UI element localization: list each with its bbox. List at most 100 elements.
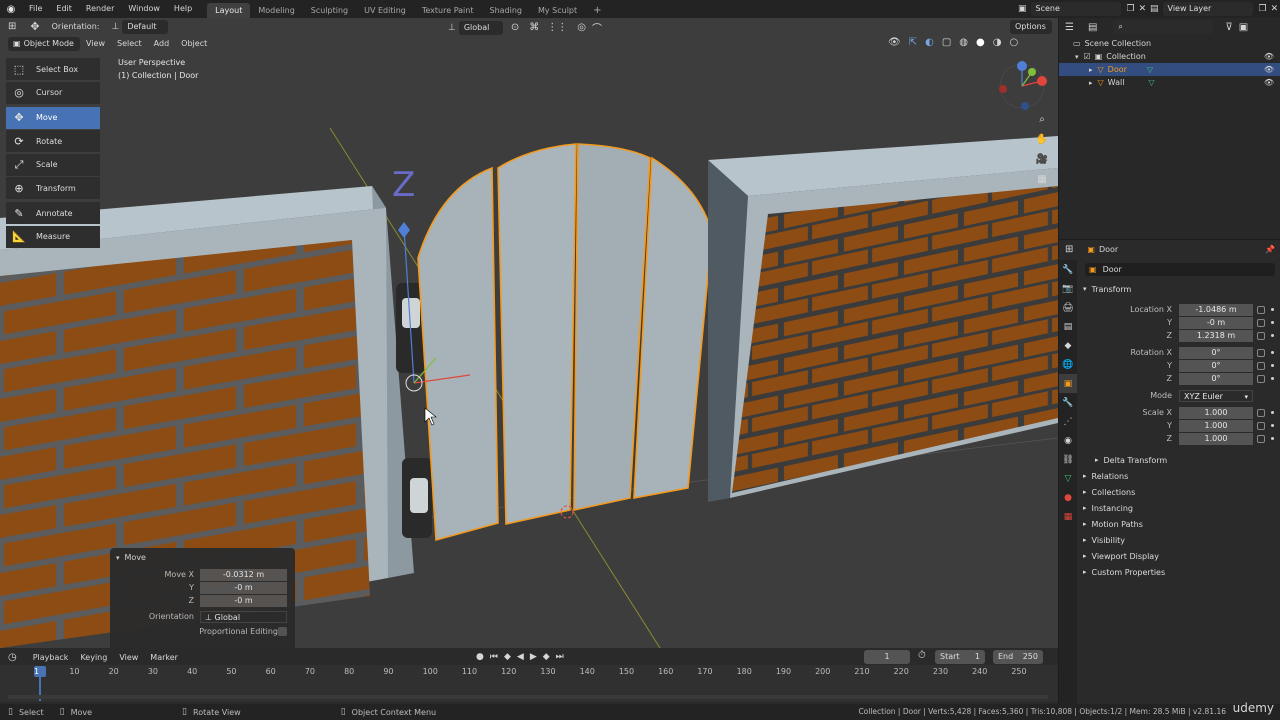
menu-window[interactable]: Window <box>121 0 167 18</box>
keyframe-dot-icon[interactable] <box>1271 308 1274 311</box>
outliner-row-wall[interactable]: ▸ ▽ Wall ▽ 👁 <box>1059 76 1280 89</box>
play-icon[interactable]: ▶ <box>530 652 537 662</box>
start-frame-field[interactable]: Start 1 <box>935 650 985 664</box>
tool-settings-tab-icon[interactable]: 🔧 <box>1059 260 1077 279</box>
scene-icon[interactable]: ▣ <box>1018 4 1027 14</box>
collections-panel-header[interactable]: ▸ Collections <box>1077 484 1280 500</box>
new-collection-icon[interactable]: ▣ <box>1239 22 1248 33</box>
object-name-field[interactable]: ▣ Door <box>1085 263 1275 276</box>
scene-tab-icon[interactable]: ◆ <box>1059 336 1077 355</box>
scale-z-field[interactable]: 1.000 <box>1179 432 1253 445</box>
editor-type-icon[interactable]: ⊞ <box>8 21 16 32</box>
tab-layout[interactable]: Layout <box>207 2 251 18</box>
outliner-search-input[interactable]: ⌕ <box>1113 20 1214 34</box>
outliner-editor-type-icon[interactable]: ☰ <box>1065 22 1074 33</box>
data-tab-icon[interactable]: ▽ <box>1059 469 1077 488</box>
xray-icon[interactable]: ▢ <box>942 37 951 48</box>
lock-icon[interactable] <box>1257 305 1265 314</box>
particles-tab-icon[interactable]: ⋰ <box>1059 412 1077 431</box>
timeline-scrollbar[interactable] <box>8 695 1048 699</box>
menu-help[interactable]: Help <box>167 0 199 18</box>
current-frame-field[interactable]: 1 <box>864 650 910 664</box>
pan-hand-icon[interactable]: ✋ <box>1032 134 1052 154</box>
camera-view-icon[interactable]: 🎥 <box>1032 154 1052 174</box>
material-shading-icon[interactable]: ◑ <box>993 37 1002 48</box>
timeline-ruler[interactable]: 1 10 20 30 40 50 60 70 80 90 100 110 120 130 140 150 160… <box>0 665 1058 702</box>
rotation-z-field[interactable]: 0° <box>1179 372 1253 385</box>
copy-view-layer-icon[interactable]: ❐ <box>1259 4 1267 14</box>
record-icon[interactable]: ● <box>476 652 484 662</box>
wireframe-shading-icon[interactable]: ◍ <box>959 37 968 48</box>
menu-add[interactable]: Add <box>148 39 176 48</box>
constraints-tab-icon[interactable]: ⛓ <box>1059 450 1077 469</box>
lock-icon[interactable] <box>1257 361 1265 370</box>
filter-icon[interactable]: ⊽ <box>1225 22 1232 33</box>
solid-shading-icon[interactable]: ● <box>976 37 985 48</box>
menu-view[interactable]: View <box>80 39 111 48</box>
snap-icon[interactable]: ⌘ <box>529 22 539 33</box>
view-layer-icon[interactable]: ▤ <box>1150 4 1159 14</box>
outliner-row-collection[interactable]: ▾ ☑ ▣ Collection 👁 <box>1059 50 1280 63</box>
properties-editor[interactable]: ⊞ ▣ Door 📌 🔧 📷 🖨 ▤ ◆ 🌐 ▣ 🔧 ⋰ ◉ ⛓ ▽ ● ▦ ▣… <box>1059 240 1280 720</box>
lock-icon[interactable] <box>1257 318 1265 327</box>
expand-chevron-icon[interactable]: ▸ <box>1089 66 1093 74</box>
menu-playback[interactable]: Playback <box>27 653 75 662</box>
tool-cursor[interactable]: ◎ Cursor <box>6 81 100 104</box>
visibility-eye-icon[interactable]: 👁 <box>1264 78 1274 87</box>
close-scene-icon[interactable]: ✕ <box>1139 4 1147 14</box>
timeline-editor-type-icon[interactable]: ◷ <box>8 652 17 663</box>
keyframe-dot-icon[interactable] <box>1271 437 1274 440</box>
lock-icon[interactable] <box>1257 331 1265 340</box>
delta-transform-header[interactable]: ▸ Delta Transform <box>1077 452 1280 468</box>
tab-uv-editing[interactable]: UV Editing <box>356 3 414 18</box>
copy-scene-icon[interactable]: ❐ <box>1127 4 1135 14</box>
relations-panel-header[interactable]: ▸ Relations <box>1077 468 1280 484</box>
modifier-tab-icon[interactable]: 🔧 <box>1059 393 1077 412</box>
mesh-data-icon[interactable]: ▽ <box>1148 78 1154 87</box>
display-mode-icon[interactable]: ▤ <box>1088 22 1097 33</box>
overlay-toggle-icon[interactable]: ◐ <box>925 37 934 48</box>
keyframe-dot-icon[interactable] <box>1271 321 1274 324</box>
tool-annotate[interactable]: ✎ Annotate <box>6 202 100 224</box>
motion-paths-panel-header[interactable]: ▸ Motion Paths <box>1077 516 1280 532</box>
menu-edit[interactable]: Edit <box>49 0 79 18</box>
visibility-panel-header[interactable]: ▸ Visibility <box>1077 532 1280 548</box>
orientation-select[interactable]: ⊥ Global <box>200 610 287 623</box>
expand-chevron-icon[interactable]: ▸ <box>1089 79 1093 87</box>
scene-selector[interactable]: Scene <box>1030 2 1121 16</box>
snap-target-icon[interactable]: ⋮⋮ <box>547 22 567 33</box>
pin-icon[interactable]: 📌 <box>1265 245 1275 254</box>
jump-end-icon[interactable]: ⏭ <box>556 652 564 662</box>
proportional-edit-icon[interactable]: ◎ <box>577 22 586 33</box>
close-view-layer-icon[interactable]: ✕ <box>1271 4 1279 14</box>
scale-x-field[interactable]: 1.000 <box>1179 406 1253 419</box>
tab-sculpting[interactable]: Sculpting <box>303 3 356 18</box>
texture-tab-icon[interactable]: ▦ <box>1059 507 1077 526</box>
instancing-panel-header[interactable]: ▸ Instancing <box>1077 500 1280 516</box>
properties-editor-type-icon[interactable]: ⊞ <box>1065 244 1073 255</box>
move-x-field[interactable]: -0.0312 m <box>200 568 287 581</box>
scale-y-field[interactable]: 1.000 <box>1179 419 1253 432</box>
rendered-shading-icon[interactable]: ○ <box>1009 37 1018 48</box>
tool-scale[interactable]: ⤢ Scale <box>6 153 100 176</box>
custom-properties-panel-header[interactable]: ▸ Custom Properties <box>1077 564 1280 580</box>
move-y-field[interactable]: -0 m <box>200 581 287 594</box>
add-workspace-icon[interactable]: + <box>585 3 609 18</box>
render-tab-icon[interactable]: 📷 <box>1059 279 1077 298</box>
grid-perspective-icon[interactable]: ▦ <box>1032 174 1052 194</box>
location-z-field[interactable]: 1.2318 m <box>1179 329 1253 342</box>
jump-start-icon[interactable]: ⏮ <box>490 652 498 662</box>
location-x-field[interactable]: -1.0486 m <box>1179 303 1253 316</box>
output-tab-icon[interactable]: 🖨 <box>1059 298 1077 317</box>
collapse-chevron-icon[interactable]: ▾ <box>116 554 120 562</box>
menu-marker[interactable]: Marker <box>144 653 184 662</box>
gizmo-toggle-icon[interactable]: ⇱ <box>909 37 917 48</box>
lock-icon[interactable] <box>1257 408 1265 417</box>
view-layer-tab-icon[interactable]: ▤ <box>1059 317 1077 336</box>
play-reverse-icon[interactable]: ◀ <box>517 652 524 662</box>
tool-transform[interactable]: ⊕ Transform <box>6 177 100 199</box>
prev-keyframe-icon[interactable]: ◆ <box>504 652 511 662</box>
lock-icon[interactable] <box>1257 421 1265 430</box>
menu-file[interactable]: File <box>22 0 49 18</box>
lock-icon[interactable] <box>1257 348 1265 357</box>
